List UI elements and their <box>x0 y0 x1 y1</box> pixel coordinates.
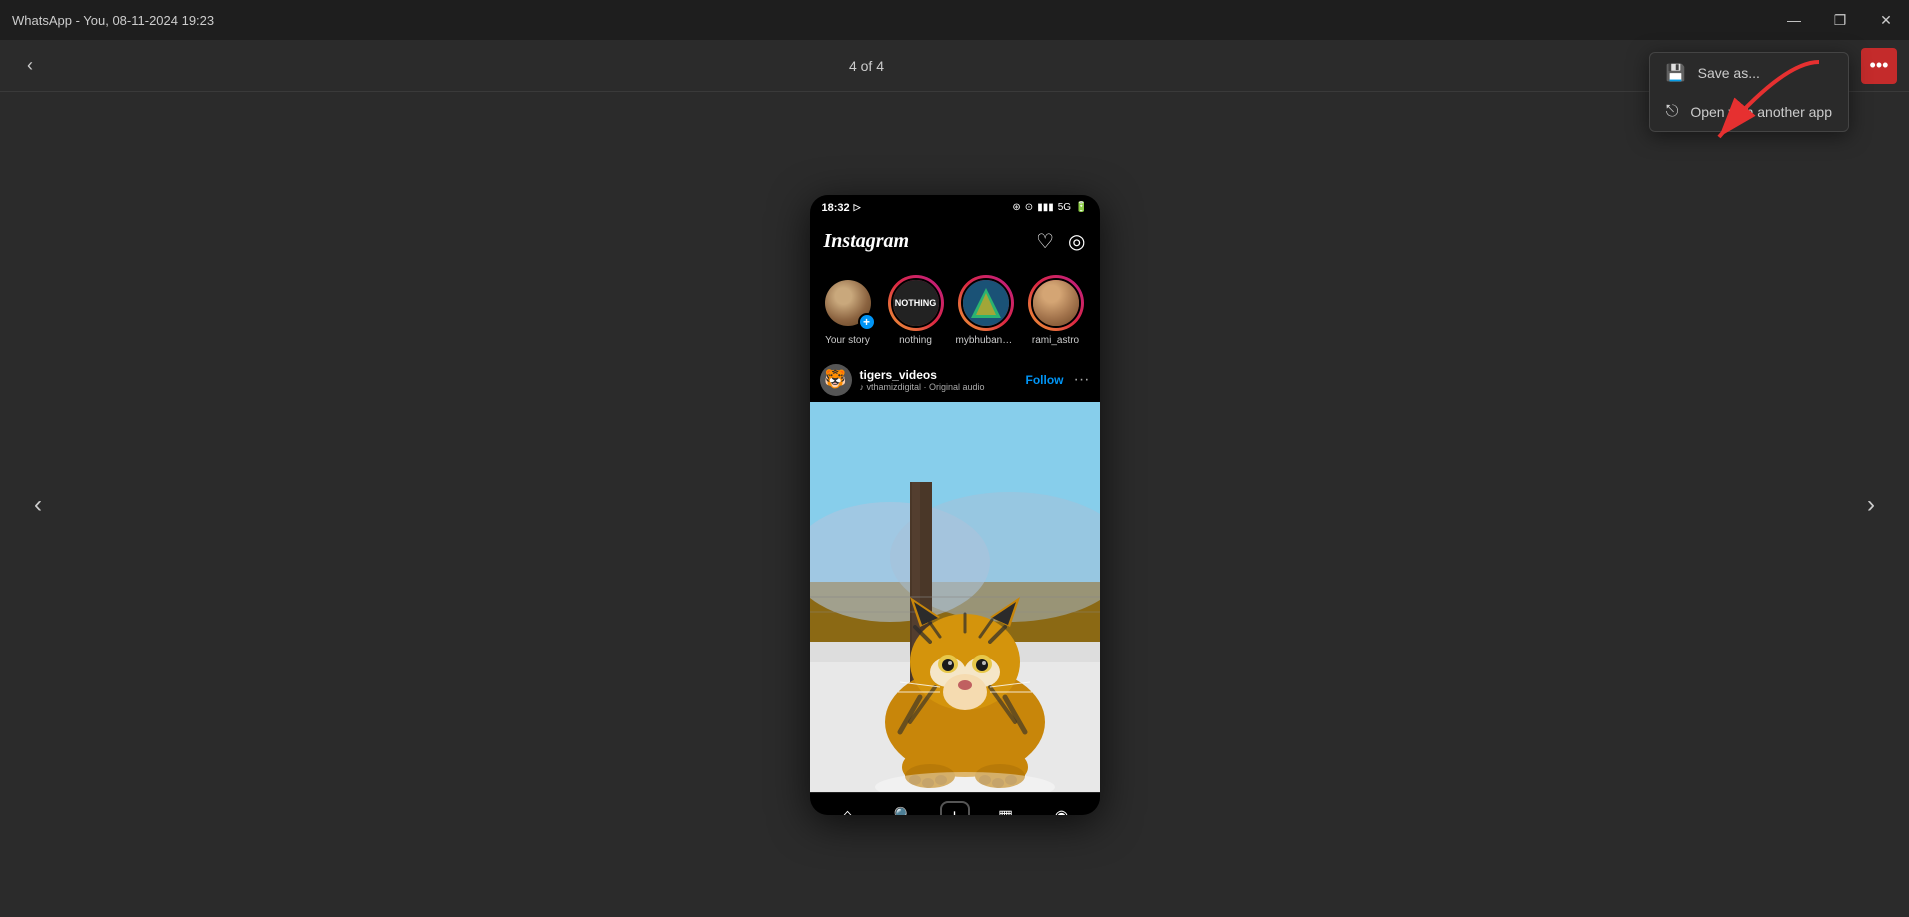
save-as-menu-label: Save as... <box>1698 65 1760 81</box>
post-avatar: 🐯 <box>820 364 852 396</box>
your-story-avatar-wrap: + <box>820 275 876 331</box>
open-with-menu-item[interactable]: ⎋ Open with another app <box>1650 93 1848 131</box>
add-story-badge[interactable]: + <box>858 313 876 331</box>
rami-avatar-inner <box>1031 278 1081 328</box>
mybhu-avatar-content <box>963 280 1009 326</box>
follow-button[interactable]: Follow <box>1026 373 1064 387</box>
nav-reels-icon[interactable]: ▦ <box>986 796 1026 815</box>
phone-mockup: 18:32 ▷ ⊛ ⊙ ▮▮▮ 5G 🔋 Instagram ♡ ◎ <box>810 195 1100 815</box>
nothing-avatar-inner: NOTHING <box>891 278 941 328</box>
messenger-icon[interactable]: ◎ <box>1068 229 1085 254</box>
bluetooth-icon: ⊛ <box>1012 202 1020 213</box>
titlebar: WhatsApp - You, 08-11-2024 19:23 — ❐ ✕ <box>0 0 1909 40</box>
post-user-info: 🐯 tigers_videos ♪ vthamizdigital · Origi… <box>820 364 985 396</box>
nothing-avatar-content: NOTHING <box>893 280 939 326</box>
story-nothing[interactable]: NOTHING nothing <box>888 275 944 346</box>
titlebar-title: WhatsApp - You, 08-11-2024 19:23 <box>12 13 214 28</box>
page-count: 4 of 4 <box>849 58 884 74</box>
more-options-button[interactable]: ••• <box>1861 48 1897 84</box>
story-label-mybhu: mybhubaneswar <box>956 335 1016 346</box>
next-button[interactable]: › <box>1849 483 1893 527</box>
nav-add-icon[interactable]: + <box>940 801 970 815</box>
back-button[interactable]: ‹ <box>12 48 48 84</box>
post-more-icon[interactable]: ··· <box>1074 371 1090 389</box>
story-your-story[interactable]: + Your story <box>820 275 876 346</box>
titlebar-controls: — ❐ ✕ <box>1771 0 1909 40</box>
phone-bottom-nav: ⌂ 🔍 + ▦ ◉ <box>810 792 1100 815</box>
mybhu-avatar-wrap <box>958 275 1014 331</box>
instagram-header: Instagram ♡ ◎ <box>810 221 1100 263</box>
story-rami-astro[interactable]: rami_astro <box>1028 275 1084 346</box>
nothing-avatar-wrap: NOTHING <box>888 275 944 331</box>
tiger-scene-svg <box>810 402 1100 792</box>
prev-button[interactable]: ‹ <box>16 483 60 527</box>
signal-icon: ▮▮▮ <box>1037 202 1054 213</box>
save-as-icon: 💾 <box>1666 63 1686 83</box>
statusbar-right: ⊛ ⊙ ▮▮▮ 5G 🔋 <box>1012 202 1087 213</box>
tiger-image <box>810 402 1100 792</box>
post-header: 🐯 tigers_videos ♪ vthamizdigital · Origi… <box>810 358 1100 402</box>
story-label-rami: rami_astro <box>1032 335 1079 346</box>
story-label-your-story: Your story <box>825 335 870 346</box>
phone-statusbar: 18:32 ▷ ⊛ ⊙ ▮▮▮ 5G 🔋 <box>810 195 1100 221</box>
toolbar: ‹ 4 of 4 44% ▾ 💾 Save as... ••• <box>0 40 1909 92</box>
open-with-icon: ⎋ <box>1666 103 1679 121</box>
rami-avatar-content <box>1033 280 1079 326</box>
instagram-logo: Instagram <box>824 230 910 253</box>
story-label-nothing: nothing <box>899 335 932 346</box>
ig-header-icons: ♡ ◎ <box>1036 229 1085 254</box>
battery-icon: 🔋 <box>1075 202 1087 213</box>
nav-profile-icon[interactable]: ◉ <box>1042 796 1082 815</box>
maximize-button[interactable]: ❐ <box>1817 0 1863 40</box>
network-type: 5G <box>1058 202 1071 213</box>
play-icon: ▷ <box>854 202 861 213</box>
nav-search-icon[interactable]: 🔍 <box>884 796 924 815</box>
story-mybhubaneswar[interactable]: mybhubaneswar <box>956 275 1016 346</box>
save-as-menu-item[interactable]: 💾 Save as... <box>1650 53 1848 93</box>
main-content: ‹ 18:32 ▷ ⊛ ⊙ ▮▮▮ 5G 🔋 Instagram ♡ ◎ <box>0 92 1909 917</box>
post-user-meta: tigers_videos ♪ vthamizdigital · Origina… <box>860 368 985 392</box>
heart-icon[interactable]: ♡ <box>1036 229 1054 254</box>
post-username[interactable]: tigers_videos <box>860 368 985 382</box>
mybhu-avatar-inner <box>961 278 1011 328</box>
stories-row: + Your story NOTHING nothing <box>810 263 1100 358</box>
rami-avatar-wrap <box>1028 275 1084 331</box>
statusbar-time: 18:32 ▷ <box>822 202 861 214</box>
minimize-button[interactable]: — <box>1771 0 1817 40</box>
post-audio: ♪ vthamizdigital · Original audio <box>860 382 985 392</box>
wifi-icon: ⊙ <box>1025 202 1033 213</box>
toolbar-left: ‹ <box>12 48 48 84</box>
open-with-menu-label: Open with another app <box>1690 104 1832 120</box>
close-button[interactable]: ✕ <box>1863 0 1909 40</box>
nav-home-icon[interactable]: ⌂ <box>828 796 868 815</box>
dropdown-menu: 💾 Save as... ⎋ Open with another app <box>1649 52 1849 132</box>
